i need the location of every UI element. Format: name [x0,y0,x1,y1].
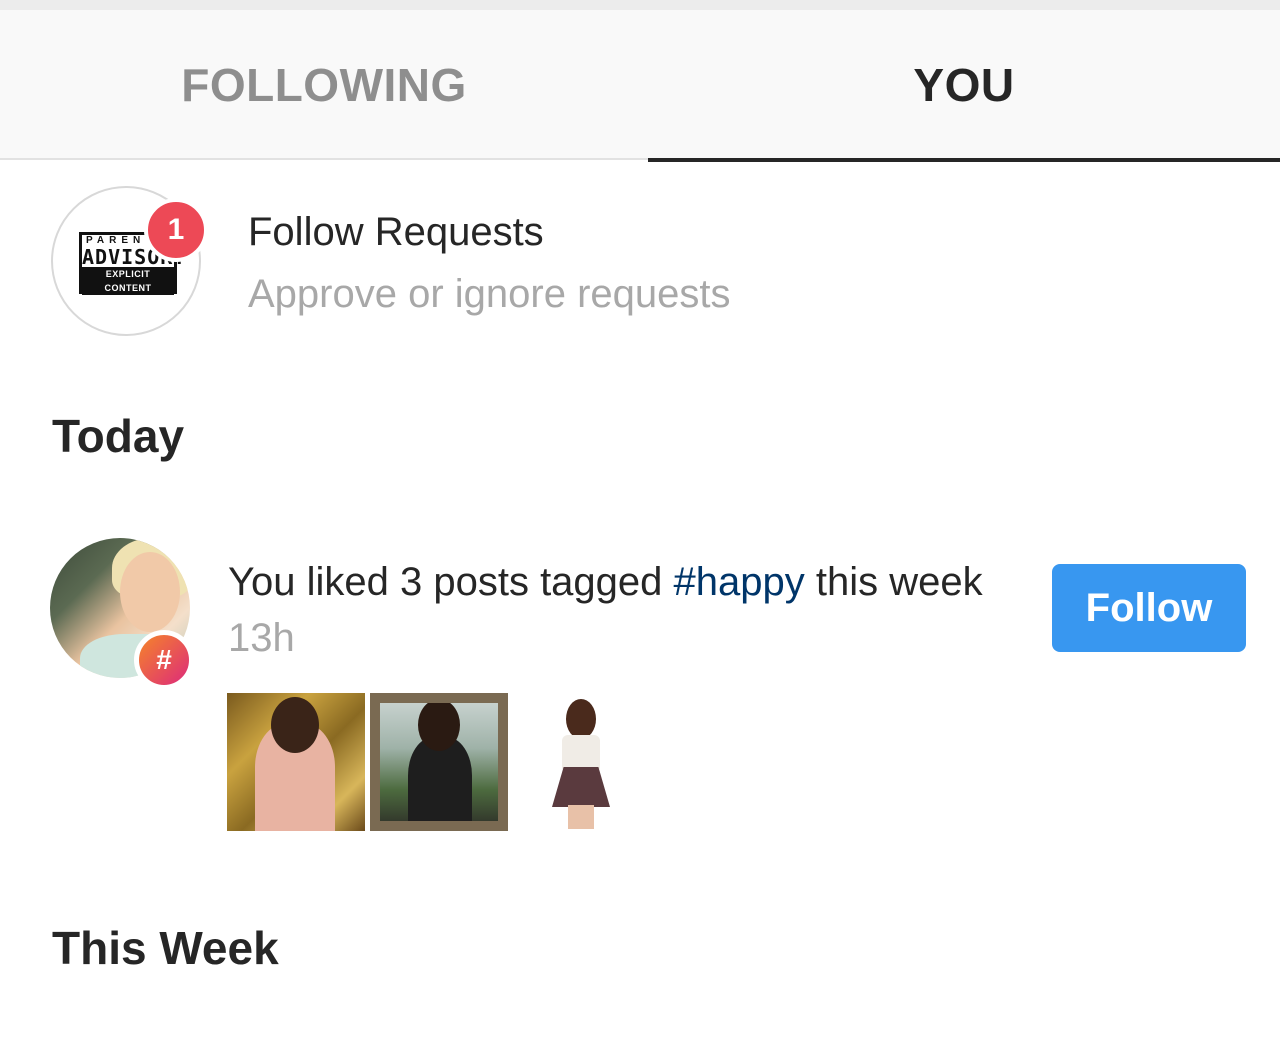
follow-hashtag-button[interactable]: Follow [1052,564,1246,652]
section-heading-this-week: This Week [52,922,279,974]
activity-tabs: FOLLOWING YOU [0,10,1280,162]
logo-line-3: EXPLICIT CONTENT [82,267,174,295]
thumbnail-photo-part [566,699,596,739]
hashtag-link[interactable]: #happy [674,560,805,604]
status-bar-strip [0,0,1280,10]
section-heading-today: Today [52,410,185,462]
hashtag-icon: # [134,630,194,690]
activity-timestamp: 13h [228,616,295,660]
avatar-photo-part [120,552,180,632]
post-thumbnail[interactable] [227,693,365,831]
post-thumbnail[interactable] [370,693,508,831]
follow-request-count-badge: 1 [144,198,208,262]
thumbnail-photo-part [568,805,594,829]
tab-following[interactable]: FOLLOWING [0,10,648,160]
thumbnail-photo-part [552,767,610,807]
thumbnail-photo-part [370,693,508,831]
thumbnail-photo-part [271,697,319,753]
follow-requests-row[interactable]: PARENTAL ADVISORY EXPLICIT CONTENT 1 Fol… [0,162,1280,352]
activity-text-prefix: You liked 3 posts tagged [228,560,674,604]
post-thumbnail[interactable] [512,693,650,831]
follow-requests-title: Follow Requests [248,210,544,254]
thumbnail-photo-part [562,735,600,769]
activity-text: You liked 3 posts tagged #happy this wee… [228,558,983,606]
activity-text-suffix: this week [804,560,983,604]
tab-you[interactable]: YOU [648,10,1280,162]
follow-requests-subtitle: Approve or ignore requests [248,272,731,316]
activity-item: # You liked 3 posts tagged #happy this w… [0,536,1280,836]
